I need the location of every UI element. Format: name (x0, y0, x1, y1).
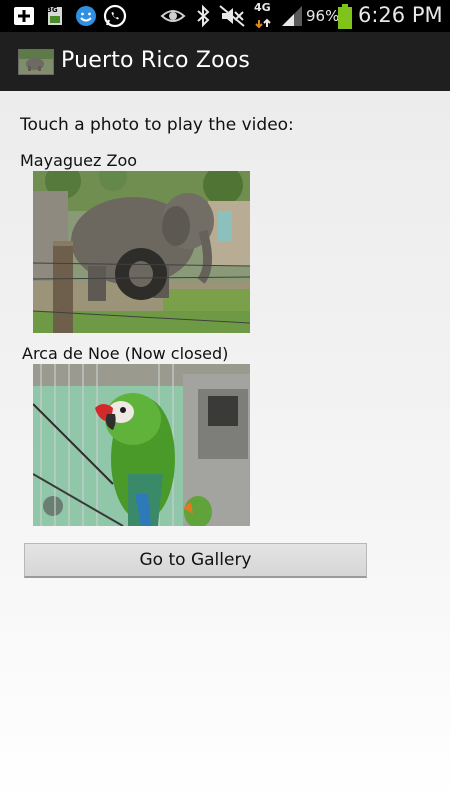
app-icon (18, 49, 54, 75)
zoo-name-arca-de-noe: Arca de Noe (Now closed) (22, 344, 229, 363)
mute-icon (218, 4, 246, 28)
instruction-text: Touch a photo to play the video: (20, 115, 294, 135)
network-label-2: 4G (254, 1, 271, 14)
smiley-icon (74, 4, 98, 28)
clock: 6:26 PM (358, 3, 443, 27)
plus-icon (12, 4, 36, 28)
eye-icon (160, 4, 186, 28)
signal-icon (280, 4, 304, 28)
network-label: 3G (47, 6, 58, 14)
go-to-gallery-button[interactable]: Go to Gallery (24, 543, 367, 578)
zoo-name-mayaguez: Mayaguez Zoo (20, 151, 138, 170)
status-bar: 3G 4G 96% 6:26 PM (0, 0, 450, 32)
elephant-photo[interactable] (33, 171, 250, 333)
bluetooth-icon (194, 4, 212, 28)
action-bar: Puerto Rico Zoos (0, 32, 450, 91)
whatsapp-icon (103, 4, 127, 28)
app-title: Puerto Rico Zoos (61, 48, 251, 73)
parrot-photo[interactable] (33, 364, 250, 526)
battery-percent: 96% (306, 7, 340, 25)
battery-icon (336, 4, 354, 29)
main-content: Touch a photo to play the video: Mayague… (0, 91, 450, 800)
